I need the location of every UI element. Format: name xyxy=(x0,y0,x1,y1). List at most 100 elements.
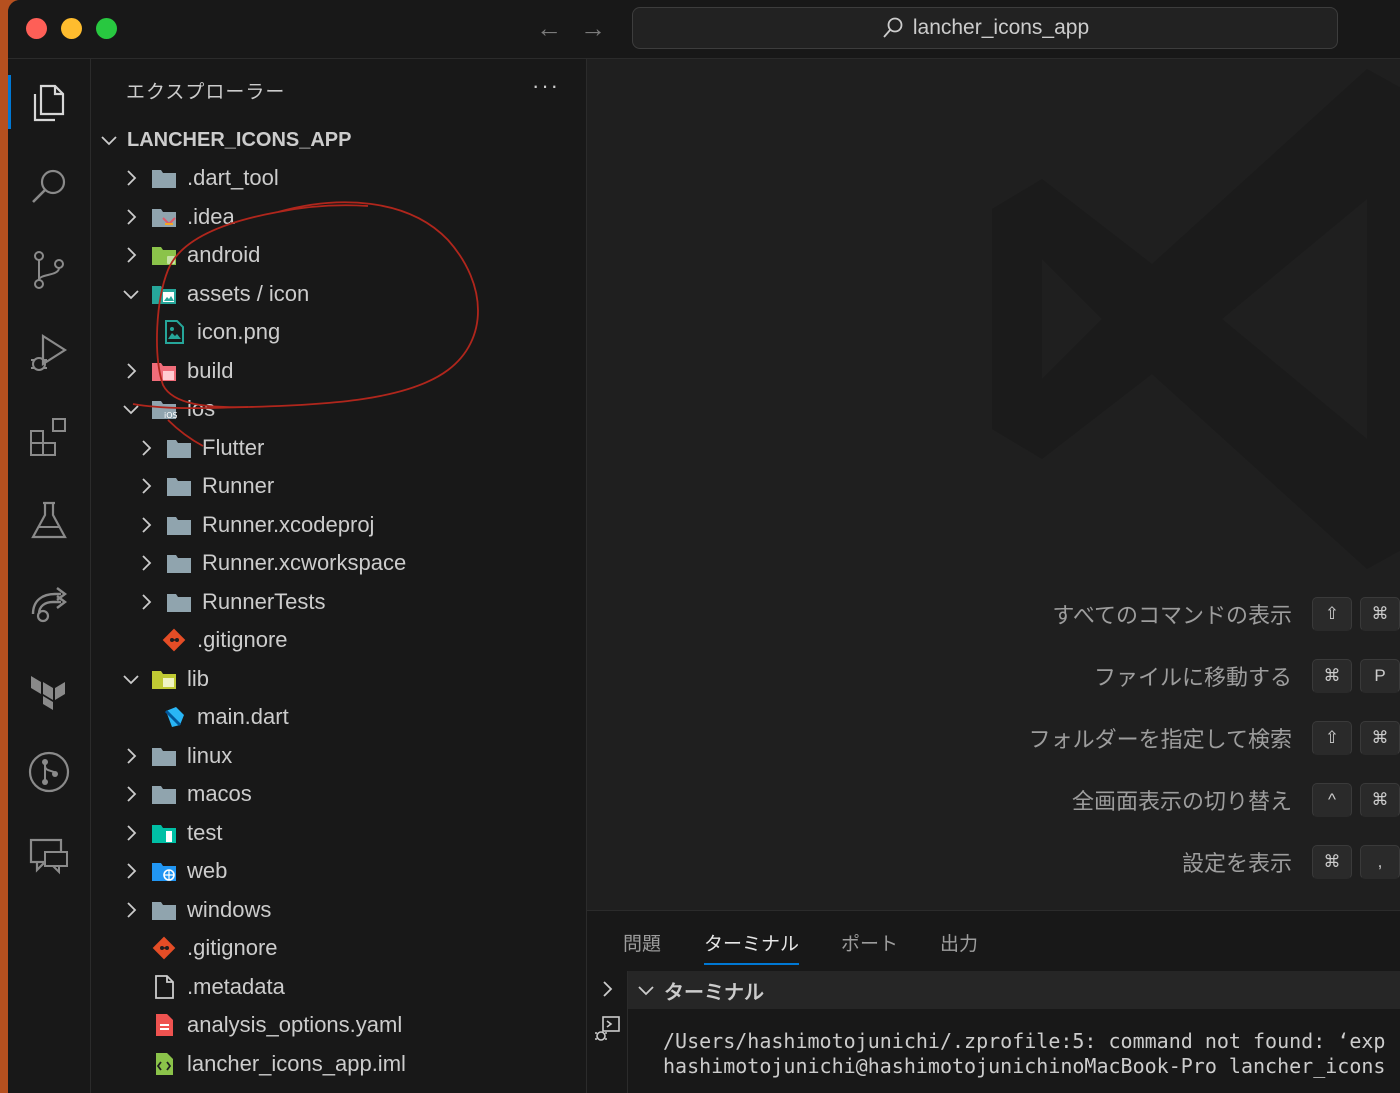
tree-folder-item[interactable]: android xyxy=(91,236,586,274)
more-actions-icon[interactable]: ··· xyxy=(532,73,560,99)
svg-text:iOS: iOS xyxy=(164,411,177,420)
keybinding-key: ⌘ xyxy=(1312,845,1352,879)
source-control-icon[interactable] xyxy=(8,235,90,305)
chevron-right-icon xyxy=(121,168,141,188)
folder-build-icon xyxy=(151,359,177,383)
tree-file-item[interactable]: .gitignore xyxy=(91,929,586,967)
chevron-right-icon[interactable] xyxy=(597,979,617,999)
tree-folder-item[interactable]: .dart_tool xyxy=(91,159,586,197)
folder-icon xyxy=(166,513,192,537)
tree-folder-item[interactable]: iOS ios xyxy=(91,390,586,428)
tree-folder-item[interactable]: Runner.xcworkspace xyxy=(91,544,586,582)
chat-icon[interactable] xyxy=(8,821,90,891)
back-arrow-icon[interactable]: ← xyxy=(534,12,564,44)
tree-folder-item[interactable]: build xyxy=(91,352,586,390)
shortcut-label: すべてのコマンドの表示 xyxy=(1052,603,1292,628)
tree-folder-item[interactable]: Runner xyxy=(91,467,586,505)
git-graph-icon[interactable] xyxy=(8,737,90,807)
editor-area: すべてのコマンドの表示 ⇧ ⌘ ファイルに移動する ⌘ P フォルダーを指定して検索 ⇧ ⌘ 全画… xyxy=(587,59,1400,909)
command-center-text: lancher_icons_app xyxy=(912,16,1090,39)
tree-folder-item[interactable]: test xyxy=(91,814,586,852)
tree-folder-item[interactable]: RunnerTests xyxy=(91,583,586,621)
chevron-down-icon xyxy=(638,986,654,996)
tree-folder-item[interactable]: lib xyxy=(91,660,586,698)
panel-tab[interactable]: 出力 xyxy=(940,929,978,956)
chevron-down-icon xyxy=(121,399,141,419)
shortcut-label: ファイルに移動する xyxy=(1093,665,1292,690)
chevron-right-icon xyxy=(136,438,156,458)
tree-item-label: Runner xyxy=(202,473,275,498)
remote-explorer-icon[interactable] xyxy=(8,569,90,639)
shortcut-label: フォルダーを指定して検索 xyxy=(1028,727,1292,752)
tree-file-item[interactable]: .metadata xyxy=(91,968,586,1006)
folder-icon xyxy=(166,474,192,498)
tree-file-item[interactable]: lancher_icons_app.iml xyxy=(91,1045,586,1083)
tree-folder-item[interactable]: assets / icon xyxy=(91,275,586,313)
keybinding-key: ⇧ xyxy=(1312,721,1352,755)
tree-file-item[interactable]: .gitignore xyxy=(91,621,586,659)
tree-folder-item[interactable]: Runner.xcodeproj xyxy=(91,506,586,544)
keybinding-key: , xyxy=(1360,845,1400,879)
shortcut-label: 設定を表示 xyxy=(1181,851,1292,876)
close-window-button[interactable] xyxy=(26,18,47,39)
tree-file-item[interactable]: main.dart xyxy=(91,698,586,736)
chevron-right-icon xyxy=(136,476,156,496)
tree-item-label: web xyxy=(187,858,228,883)
panel-tab[interactable]: ポート xyxy=(841,929,898,956)
minimize-window-button[interactable] xyxy=(61,18,82,39)
chevron-right-icon xyxy=(121,784,141,804)
tree-folder-item[interactable]: .idea xyxy=(91,198,586,236)
tree-item-label: lancher_icons_app.iml xyxy=(187,1050,406,1076)
tree-file-item[interactable]: icon.png xyxy=(91,313,586,351)
tree-folder-item[interactable]: linux xyxy=(91,737,586,775)
terminal-header[interactable]: ターミナル xyxy=(628,971,1400,1009)
chevron-right-icon xyxy=(121,746,141,766)
tree-item-label: icon.png xyxy=(197,319,281,344)
tree-folder-item[interactable]: windows xyxy=(91,891,586,929)
explorer-icon[interactable] xyxy=(8,67,90,137)
folder-android-icon xyxy=(151,243,177,267)
chevron-right-icon xyxy=(136,553,156,573)
tree-folder-item[interactable]: Flutter xyxy=(91,429,586,467)
workspace-root-label: LANCHER_ICONS_APP xyxy=(127,128,352,151)
tree-folder-item[interactable]: web xyxy=(91,852,586,890)
file-git-icon xyxy=(161,628,187,652)
folder-icon xyxy=(151,166,177,190)
extensions-icon[interactable] xyxy=(8,402,90,472)
terminal-output[interactable]: /Users/hashimotojunichi/.zprofile:5: com… xyxy=(663,1029,1400,1079)
chevron-down-icon xyxy=(121,284,141,304)
file-iml-icon xyxy=(151,1052,177,1076)
shortcut-row: フォルダーを指定して検索 ⇧ ⌘ xyxy=(1029,718,1400,758)
panel-tab[interactable]: 問題 xyxy=(623,929,661,956)
tree-item-label: assets / icon xyxy=(187,280,310,306)
shortcut-row: 全画面表示の切り替え ^ ⌘ xyxy=(1072,780,1400,820)
tree-item-label: test xyxy=(187,819,223,845)
run-debug-icon[interactable] xyxy=(8,317,90,387)
terraform-icon[interactable] xyxy=(8,653,90,723)
folder-icon xyxy=(151,898,177,922)
keybinding-key: P xyxy=(1360,659,1400,693)
workspace-root[interactable]: LANCHER_ICONS_APP xyxy=(99,125,351,155)
search-icon[interactable] xyxy=(8,151,90,221)
tree-folder-item[interactable]: macos xyxy=(91,775,586,813)
chevron-down-icon xyxy=(121,669,141,689)
folder-web-icon xyxy=(151,859,177,883)
tree-file-item[interactable]: analysis_options.yaml xyxy=(91,1006,586,1044)
debug-console-icon[interactable] xyxy=(593,1015,621,1043)
tree-item-label: .gitignore xyxy=(187,935,278,960)
testing-icon[interactable] xyxy=(8,486,90,556)
terminal-line: hashimotojunichi@hashimotojunichinoMacBo… xyxy=(663,1054,1386,1078)
explorer-sidebar: エクスプローラー ··· LANCHER_ICONS_APP .dart_too… xyxy=(91,59,587,1093)
folder-idea-icon xyxy=(151,205,177,229)
chevron-right-icon xyxy=(136,592,156,612)
command-center-search[interactable]: lancher_icons_app xyxy=(632,7,1338,49)
forward-arrow-icon[interactable]: → xyxy=(578,12,608,44)
panel-tab[interactable]: ターミナル xyxy=(704,929,800,965)
keybinding-key: ⌘ xyxy=(1312,659,1352,693)
maximize-window-button[interactable] xyxy=(96,18,117,39)
